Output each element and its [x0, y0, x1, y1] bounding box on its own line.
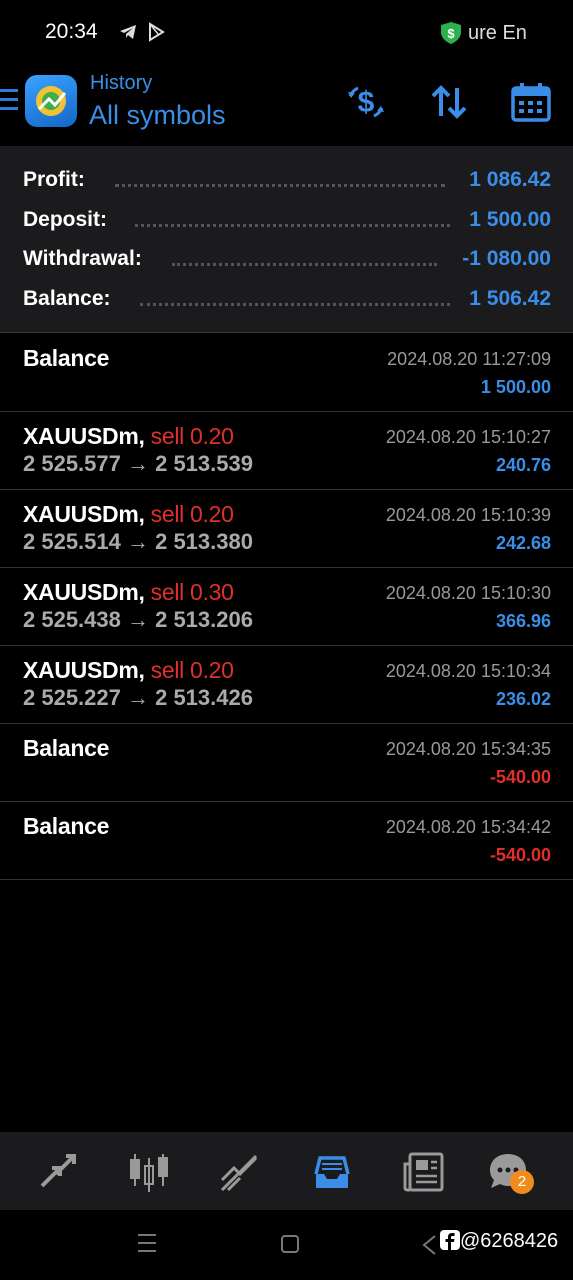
- summary-value: 1 086.42: [469, 168, 551, 191]
- deal-title: Balance: [23, 813, 110, 839]
- status-time: 20:34: [45, 20, 98, 43]
- summary-value: 1 500.00: [469, 208, 551, 231]
- summary-profit: Profit: 1 086.42: [0, 168, 573, 198]
- back-icon[interactable]: [421, 1234, 437, 1256]
- chat-badge: 2: [510, 1170, 534, 1194]
- sort-icon[interactable]: [427, 80, 471, 124]
- deal-time: 2024.08.20 15:34:42: [385, 817, 551, 837]
- bottom-nav: [0, 1132, 573, 1210]
- summary-balance: Balance: 1 506.42: [0, 287, 573, 317]
- deal-prices: 2 525.438 → 2 513.206: [23, 607, 253, 632]
- deal-title: Balance: [23, 735, 110, 761]
- deal-time: 2024.08.20 15:10:34: [385, 661, 551, 681]
- dotted-leader: [115, 184, 445, 187]
- watermark-text: @6268426: [460, 1230, 559, 1252]
- metatrader-logo: [25, 75, 77, 127]
- play-store-icon: [149, 22, 165, 42]
- trade-icon[interactable]: [218, 1150, 262, 1194]
- summary-value: 1 506.42: [469, 287, 551, 310]
- status-bar: 20:34 $ ure En: [0, 0, 573, 66]
- deal-time: 2024.08.20 11:27:09: [387, 349, 551, 369]
- currency-exchange-icon[interactable]: $: [344, 80, 388, 124]
- summary-label: Deposit:: [23, 208, 107, 231]
- deal-symbol: XAUUSDm,: [23, 579, 145, 605]
- deal-side: sell 0.30: [150, 579, 234, 605]
- home-icon[interactable]: [280, 1234, 300, 1254]
- history-icon[interactable]: [310, 1150, 354, 1194]
- deal-symbol: XAUUSDm,: [23, 657, 145, 683]
- deal-amount: 1 500.00: [480, 377, 551, 397]
- deal-symbol: XAUUSDm,: [23, 423, 145, 449]
- deal-time: 2024.08.20 15:10:27: [385, 427, 551, 447]
- deal-prices: 2 525.514 → 2 513.380: [23, 529, 253, 554]
- quotes-icon[interactable]: [36, 1150, 80, 1194]
- calendar-icon[interactable]: [509, 80, 553, 124]
- deal-row[interactable]: XAUUSDm, sell 0.20 2 525.514 → 2 513.380…: [0, 490, 573, 568]
- app-header: History All symbols $: [0, 66, 573, 146]
- deal-row[interactable]: Balance 2024.08.20 11:27:09 1 500.00: [0, 334, 573, 412]
- deal-time: 2024.08.20 15:10:30: [385, 583, 551, 603]
- deal-side: sell 0.20: [150, 423, 234, 449]
- deal-prices: 2 525.577 → 2 513.539: [23, 451, 253, 476]
- dotted-leader: [135, 224, 450, 227]
- deal-title: XAUUSDm, sell 0.20: [23, 423, 234, 450]
- summary-withdrawal: Withdrawal: -1 080.00: [0, 247, 573, 277]
- svg-text:$: $: [358, 86, 375, 119]
- summary-label: Balance:: [23, 287, 111, 310]
- deal-amount: 236.02: [495, 689, 551, 709]
- dotted-leader: [172, 263, 437, 266]
- deal-title: XAUUSDm, sell 0.20: [23, 501, 234, 528]
- header-subtitle: History: [90, 72, 153, 94]
- deal-time: 2024.08.20 15:10:39: [385, 505, 551, 525]
- summary-label: Profit:: [23, 168, 85, 191]
- menu-icon[interactable]: [0, 89, 18, 111]
- deal-amount: -540.00: [489, 845, 551, 865]
- deal-side: sell 0.20: [150, 501, 234, 527]
- dotted-leader: [140, 303, 450, 306]
- vpn-status-text: ure En: [468, 22, 527, 44]
- deal-row[interactable]: XAUUSDm, sell 0.20 2 525.577 → 2 513.539…: [0, 412, 573, 490]
- deal-row[interactable]: Balance 2024.08.20 15:34:35 -540.00: [0, 724, 573, 802]
- deal-row[interactable]: XAUUSDm, sell 0.20 2 525.227 → 2 513.426…: [0, 646, 573, 724]
- recents-icon[interactable]: [136, 1232, 158, 1254]
- deals-list: Balance 2024.08.20 11:27:09 1 500.00 XAU…: [0, 334, 573, 880]
- summary-panel: Profit: 1 086.42 Deposit: 1 500.00 Withd…: [0, 146, 573, 333]
- deal-side: sell 0.20: [150, 657, 234, 683]
- news-icon[interactable]: [402, 1150, 446, 1194]
- summary-label: Withdrawal:: [23, 247, 142, 270]
- deal-title: XAUUSDm, sell 0.20: [23, 657, 234, 684]
- telegram-icon: [120, 25, 136, 39]
- deal-amount: 242.68: [495, 533, 551, 553]
- deal-symbol: XAUUSDm,: [23, 501, 145, 527]
- deal-title: XAUUSDm, sell 0.30: [23, 579, 234, 606]
- watermark: @6268426: [440, 1230, 558, 1253]
- deal-row[interactable]: Balance 2024.08.20 15:34:42 -540.00: [0, 802, 573, 880]
- deal-amount: -540.00: [489, 767, 551, 787]
- summary-value: -1 080.00: [462, 247, 551, 270]
- deal-row[interactable]: XAUUSDm, sell 0.30 2 525.438 → 2 513.206…: [0, 568, 573, 646]
- deal-time: 2024.08.20 15:34:35: [385, 739, 551, 759]
- deal-title: Balance: [23, 345, 110, 371]
- deal-amount: 366.96: [495, 611, 551, 631]
- facebook-icon: [440, 1230, 460, 1250]
- chart-icon[interactable]: [127, 1150, 171, 1194]
- deal-amount: 240.76: [495, 455, 551, 475]
- deal-prices: 2 525.227 → 2 513.426: [23, 685, 253, 710]
- page-title[interactable]: All symbols: [89, 100, 226, 131]
- vpn-shield-icon: $: [441, 22, 461, 44]
- svg-text:$: $: [447, 26, 455, 41]
- summary-deposit: Deposit: 1 500.00: [0, 208, 573, 238]
